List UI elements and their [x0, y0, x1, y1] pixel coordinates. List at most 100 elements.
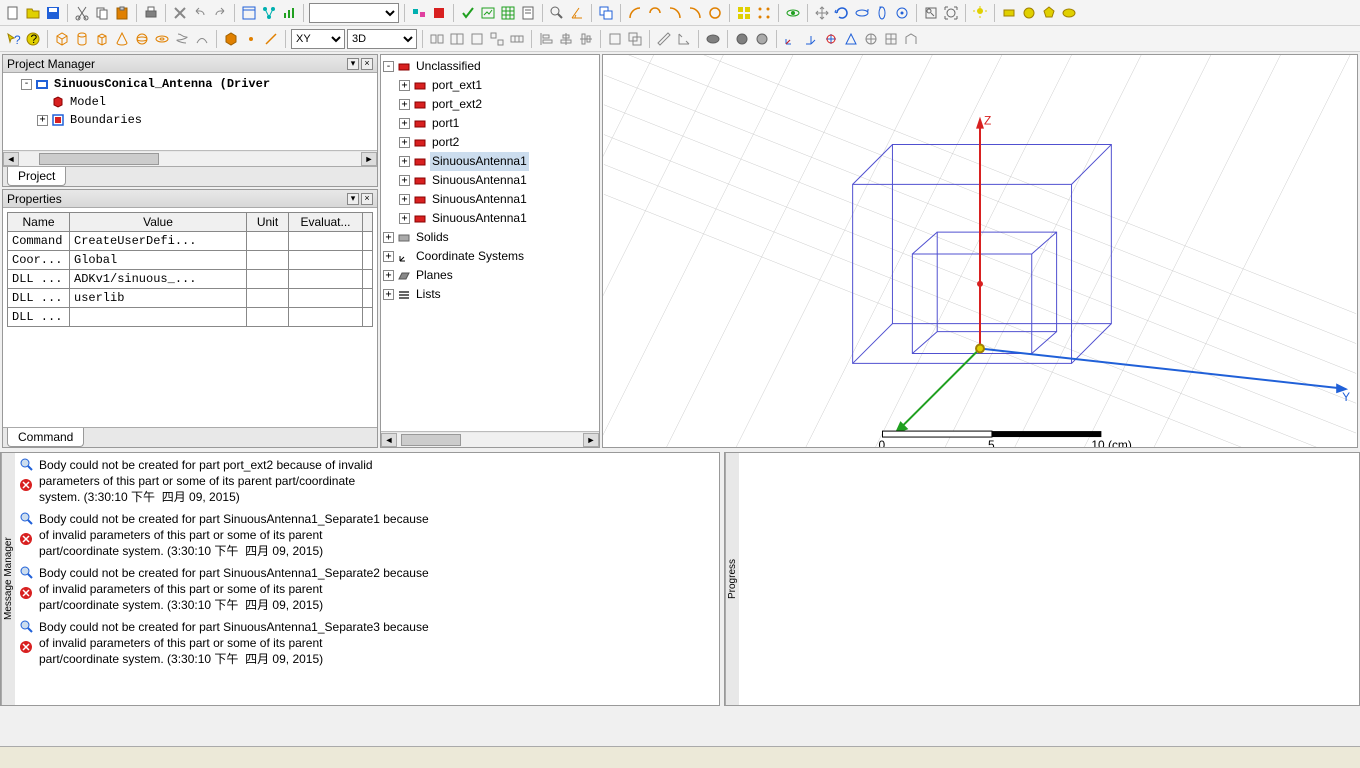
box-icon[interactable]	[53, 30, 71, 48]
expand-icon[interactable]: +	[399, 194, 410, 205]
scroll-right-icon[interactable]: ►	[361, 152, 377, 166]
zoom-fit-icon[interactable]	[942, 4, 960, 22]
expand-icon[interactable]: +	[399, 213, 410, 224]
help-arrow-icon[interactable]: ?	[4, 30, 22, 48]
pan-icon[interactable]	[813, 4, 831, 22]
array-icon[interactable]	[755, 4, 773, 22]
pm-close-icon[interactable]: ×	[361, 58, 373, 70]
render1-icon[interactable]	[704, 30, 722, 48]
model-tree-item[interactable]: +SinuousAntenna1	[383, 152, 597, 171]
copy-icon[interactable]	[93, 4, 111, 22]
project-tab[interactable]: Project	[7, 167, 66, 186]
expand-icon[interactable]: +	[399, 175, 410, 186]
planes-node[interactable]: + Planes	[383, 266, 597, 285]
expand-icon[interactable]: +	[383, 289, 394, 300]
save-icon[interactable]	[44, 4, 62, 22]
window-icon[interactable]	[240, 4, 258, 22]
ellipse-shape-icon[interactable]	[1060, 4, 1078, 22]
command-tab[interactable]: Command	[7, 428, 84, 447]
point-icon[interactable]	[242, 30, 260, 48]
model-tree-item[interactable]: +port_ext2	[383, 95, 597, 114]
orbit-icon[interactable]	[893, 4, 911, 22]
model-node[interactable]: Model	[5, 93, 375, 111]
stop-icon[interactable]	[430, 4, 448, 22]
cs2-icon[interactable]	[802, 30, 820, 48]
grid-icon[interactable]	[735, 4, 753, 22]
undo-icon[interactable]	[191, 4, 209, 22]
cs5-icon[interactable]	[862, 30, 880, 48]
render2-icon[interactable]	[733, 30, 751, 48]
prop-header-eval[interactable]: Evaluat...	[289, 213, 363, 232]
rotate2-icon[interactable]	[853, 4, 871, 22]
fit-icon[interactable]	[922, 4, 940, 22]
group2-icon[interactable]	[448, 30, 466, 48]
circle-shape-icon[interactable]	[1020, 4, 1038, 22]
params-icon[interactable]	[410, 4, 428, 22]
cs3-icon[interactable]	[822, 30, 840, 48]
rotate3-icon[interactable]	[873, 4, 891, 22]
mesh-icon[interactable]	[499, 4, 517, 22]
project-root-node[interactable]: - SinuousConical_Antenna (Driver	[5, 75, 375, 93]
cs1-icon[interactable]	[782, 30, 800, 48]
group4-icon[interactable]	[488, 30, 506, 48]
group3-icon[interactable]	[468, 30, 486, 48]
redo-icon[interactable]	[211, 4, 229, 22]
arc2-icon[interactable]	[646, 4, 664, 22]
scroll-left-icon[interactable]: ◄	[3, 152, 19, 166]
view-plane-select[interactable]: XY	[291, 29, 345, 49]
align3-icon[interactable]	[577, 30, 595, 48]
message-row[interactable]: Body could not be created for part port_…	[19, 457, 715, 505]
view-dim-select[interactable]: 3D	[347, 29, 417, 49]
angle-icon[interactable]	[568, 4, 586, 22]
line-tool-icon[interactable]	[262, 30, 280, 48]
expand-icon[interactable]: +	[383, 270, 394, 281]
cut-icon[interactable]	[73, 4, 91, 22]
open-file-icon[interactable]	[24, 4, 42, 22]
prop-header-extra[interactable]	[363, 213, 373, 232]
new-file-icon[interactable]	[4, 4, 22, 22]
help-icon[interactable]: ?	[24, 30, 42, 48]
expand-icon[interactable]: +	[399, 99, 410, 110]
layer1-icon[interactable]	[606, 30, 624, 48]
model-tree-item[interactable]: +SinuousAntenna1	[383, 190, 597, 209]
prop-header-unit[interactable]: Unit	[247, 213, 289, 232]
project-hscrollbar[interactable]: ◄ ►	[3, 150, 377, 166]
measure2-icon[interactable]	[675, 30, 693, 48]
property-row[interactable]: DLL ...ADKv1/sinuous_...	[8, 270, 373, 289]
arc3-icon[interactable]	[666, 4, 684, 22]
arc4-icon[interactable]	[686, 4, 704, 22]
prop-header-value[interactable]: Value	[70, 213, 247, 232]
arc1-icon[interactable]	[626, 4, 644, 22]
align2-icon[interactable]	[557, 30, 575, 48]
report-icon[interactable]	[519, 4, 537, 22]
property-row[interactable]: DLL ...	[8, 308, 373, 327]
scroll-right-icon[interactable]: ►	[583, 433, 599, 447]
expand-icon[interactable]: -	[21, 79, 32, 90]
eye-icon[interactable]	[784, 4, 802, 22]
model-tree-item[interactable]: +SinuousAntenna1	[383, 209, 597, 228]
tool-light-icon[interactable]	[971, 4, 989, 22]
prop-close-icon[interactable]: ×	[361, 193, 373, 205]
delete-icon[interactable]	[171, 4, 189, 22]
prism-icon[interactable]	[93, 30, 111, 48]
message-row[interactable]: Body could not be created for part Sinuo…	[19, 565, 715, 613]
network-icon[interactable]	[260, 4, 278, 22]
polygon-shape-icon[interactable]	[1040, 4, 1058, 22]
property-row[interactable]: CommandCreateUserDefi...	[8, 232, 373, 251]
coord-systems-node[interactable]: + Coordinate Systems	[383, 247, 597, 266]
property-row[interactable]: Coor...Global	[8, 251, 373, 270]
render3-icon[interactable]	[753, 30, 771, 48]
unclassified-node[interactable]: - Unclassified	[383, 57, 597, 76]
chart-icon[interactable]	[280, 4, 298, 22]
empty-combo[interactable]	[309, 3, 399, 23]
zoom-icon[interactable]	[548, 4, 566, 22]
cone-icon[interactable]	[113, 30, 131, 48]
solids-node[interactable]: + Solids	[383, 228, 597, 247]
expand-icon[interactable]: +	[383, 251, 394, 262]
cascade-icon[interactable]	[597, 4, 615, 22]
prop-header-name[interactable]: Name	[8, 213, 70, 232]
cs4-icon[interactable]	[842, 30, 860, 48]
message-row[interactable]: Body could not be created for part Sinuo…	[19, 511, 715, 559]
sphere-icon[interactable]	[133, 30, 151, 48]
helix-icon[interactable]	[173, 30, 191, 48]
